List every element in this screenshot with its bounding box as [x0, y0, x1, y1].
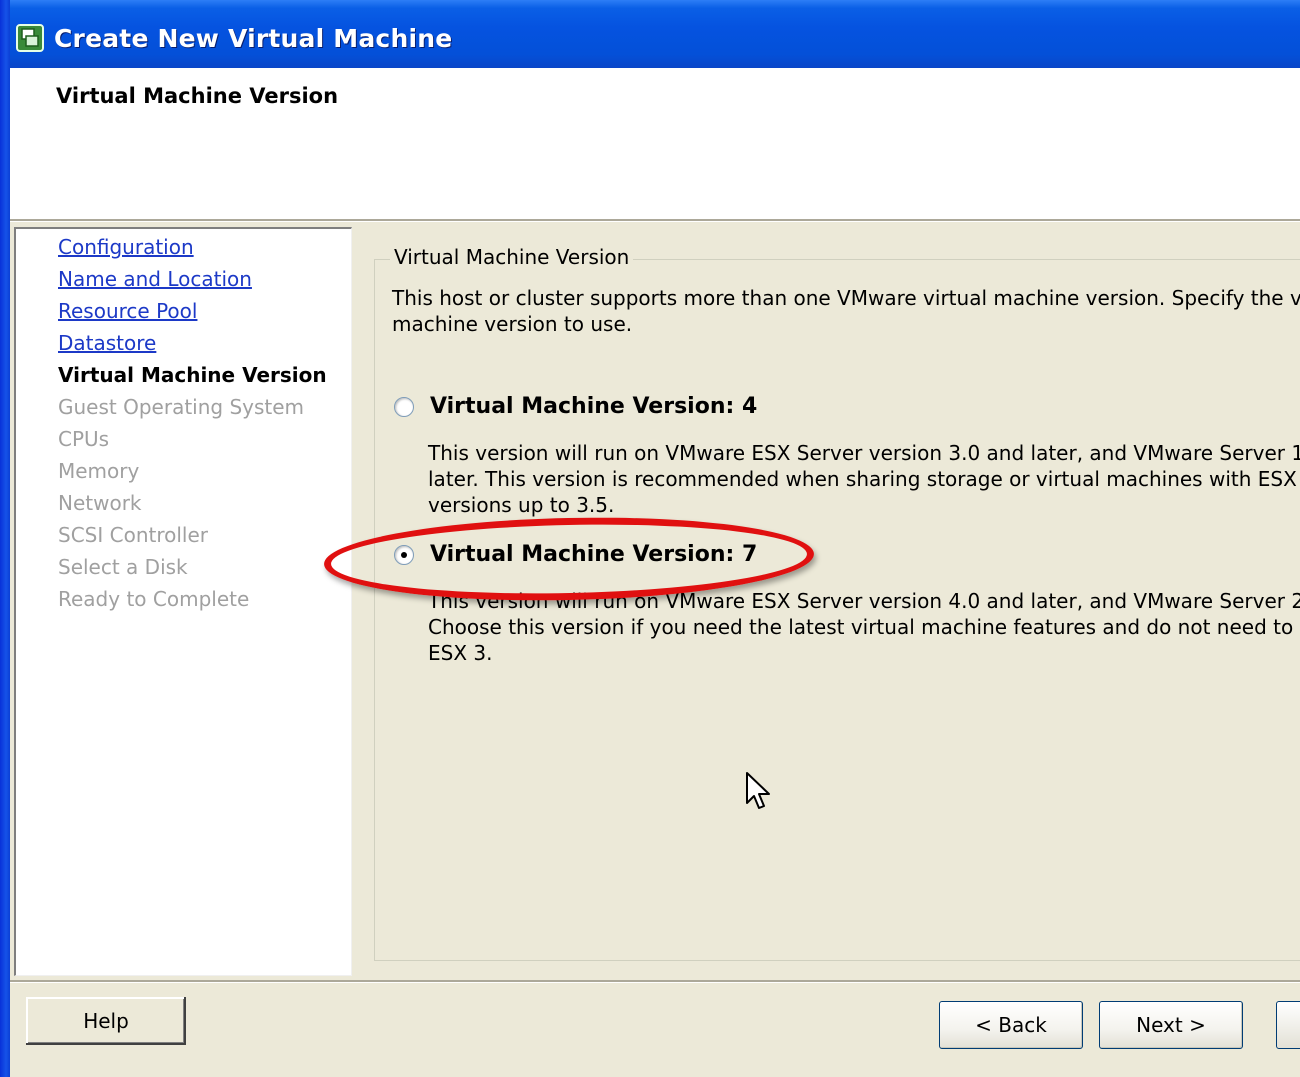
- desc-line: versions up to 3.5.: [428, 493, 615, 517]
- step-virtual-machine-version: Virtual Machine Version: [58, 363, 327, 387]
- desc-line: This version will run on VMware ESX Serv…: [428, 589, 1300, 613]
- step-resource-pool[interactable]: Resource Pool: [58, 299, 197, 323]
- page-title: Virtual Machine Version: [56, 84, 339, 108]
- radio-version-4[interactable]: [394, 397, 414, 417]
- option-desc-version-4: This version will run on VMware ESX Serv…: [428, 440, 1300, 518]
- desc-line: later. This version is recommended when …: [428, 467, 1300, 491]
- intro-line: machine version to use.: [392, 312, 633, 336]
- step-network: Network: [58, 491, 142, 515]
- help-button[interactable]: Help: [26, 997, 186, 1045]
- option-label-version-4[interactable]: Virtual Machine Version: 4: [430, 394, 757, 419]
- desc-line: Choose this version if you need the late…: [428, 615, 1300, 639]
- step-select-a-disk: Select a Disk: [58, 555, 188, 579]
- option-label-version-7[interactable]: Virtual Machine Version: 7: [430, 542, 757, 567]
- step-configuration[interactable]: Configuration: [58, 235, 194, 259]
- step-cpus: CPUs: [58, 427, 110, 451]
- step-memory: Memory: [58, 459, 140, 483]
- next-button[interactable]: Next >: [1099, 1001, 1243, 1049]
- wizard-header: Virtual Machine Version: [10, 68, 1300, 220]
- desc-line: This version will run on VMware ESX Serv…: [428, 441, 1300, 465]
- title-bar[interactable]: Create New Virtual Machine: [0, 0, 1300, 68]
- back-button[interactable]: < Back: [939, 1001, 1083, 1049]
- radio-version-7[interactable]: [394, 545, 414, 565]
- content-panel: Virtual Machine Version This host or clu…: [354, 227, 1300, 976]
- finish-button-partial[interactable]: [1276, 1001, 1300, 1049]
- footer-divider: [10, 980, 1300, 983]
- window-title: Create New Virtual Machine: [54, 24, 453, 53]
- create-vm-dialog: Create New Virtual Machine Virtual Machi…: [0, 0, 1300, 1077]
- window-frame: [0, 0, 10, 1077]
- step-datastore[interactable]: Datastore: [58, 331, 156, 355]
- step-scsi-controller: SCSI Controller: [58, 523, 208, 547]
- groupbox-title: Virtual Machine Version: [390, 245, 634, 269]
- intro-line: This host or cluster supports more than …: [392, 286, 1300, 310]
- header-divider: [10, 219, 1300, 222]
- wizard-steps-panel: Configuration Name and Location Resource…: [14, 227, 352, 976]
- desc-line: ESX 3.: [428, 641, 493, 665]
- option-desc-version-7: This version will run on VMware ESX Serv…: [428, 588, 1300, 666]
- step-name-and-location[interactable]: Name and Location: [58, 267, 252, 291]
- intro-text: This host or cluster supports more than …: [392, 285, 1300, 337]
- new-vm-icon: [16, 24, 44, 52]
- step-guest-operating-system: Guest Operating System: [58, 395, 305, 419]
- step-ready-to-complete: Ready to Complete: [58, 587, 250, 611]
- radio-selected-dot: [401, 552, 407, 558]
